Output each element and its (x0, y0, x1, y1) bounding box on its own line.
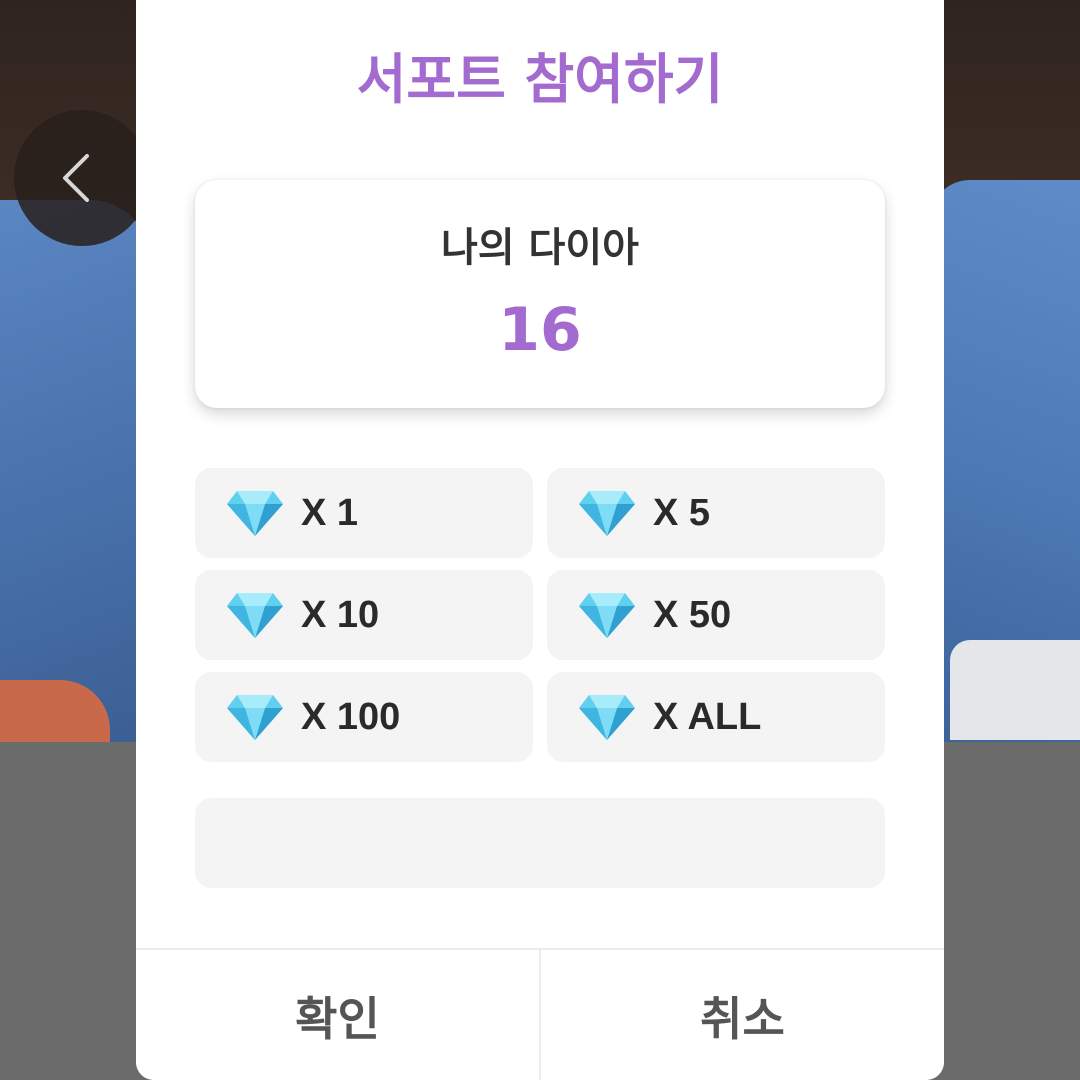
balance-value: 16 (498, 295, 582, 365)
amount-option-50[interactable]: X 50 (547, 570, 885, 660)
support-dialog: 서포트 참여하기 나의 다이아 16 X 1 X 5 X 10 X 50 X 1… (136, 0, 944, 1080)
amount-option-all[interactable]: X ALL (547, 672, 885, 762)
confirm-button[interactable]: 확인 (136, 950, 539, 1080)
background-shirt-cuff (950, 640, 1080, 740)
diamond-icon (227, 593, 283, 638)
dialog-title: 서포트 참여하기 (356, 48, 724, 111)
amount-option-1[interactable]: X 1 (195, 468, 533, 558)
amount-option-label: X 50 (653, 594, 732, 636)
amount-option-10[interactable]: X 10 (195, 570, 533, 660)
dialog-footer: 확인 취소 (136, 948, 944, 1080)
amount-option-label: X 5 (653, 492, 711, 534)
amount-option-label: X ALL (653, 696, 762, 738)
back-button[interactable] (14, 110, 150, 246)
amount-option-label: X 1 (301, 492, 359, 534)
amount-option-100[interactable]: X 100 (195, 672, 533, 762)
diamond-balance-card: 나의 다이아 16 (195, 180, 885, 408)
diamond-icon (227, 695, 283, 740)
amount-option-label: X 10 (301, 594, 380, 636)
balance-label: 나의 다이아 (441, 225, 639, 271)
amount-option-5[interactable]: X 5 (547, 468, 885, 558)
diamond-icon (579, 491, 635, 536)
cancel-button[interactable]: 취소 (541, 950, 944, 1080)
diamond-icon (579, 695, 635, 740)
background-suit-left (0, 200, 150, 742)
support-amount-input[interactable] (195, 798, 885, 888)
diamond-icon (227, 491, 283, 536)
diamond-icon (579, 593, 635, 638)
amount-option-label: X 100 (301, 696, 401, 738)
chevron-left-icon (63, 154, 89, 202)
